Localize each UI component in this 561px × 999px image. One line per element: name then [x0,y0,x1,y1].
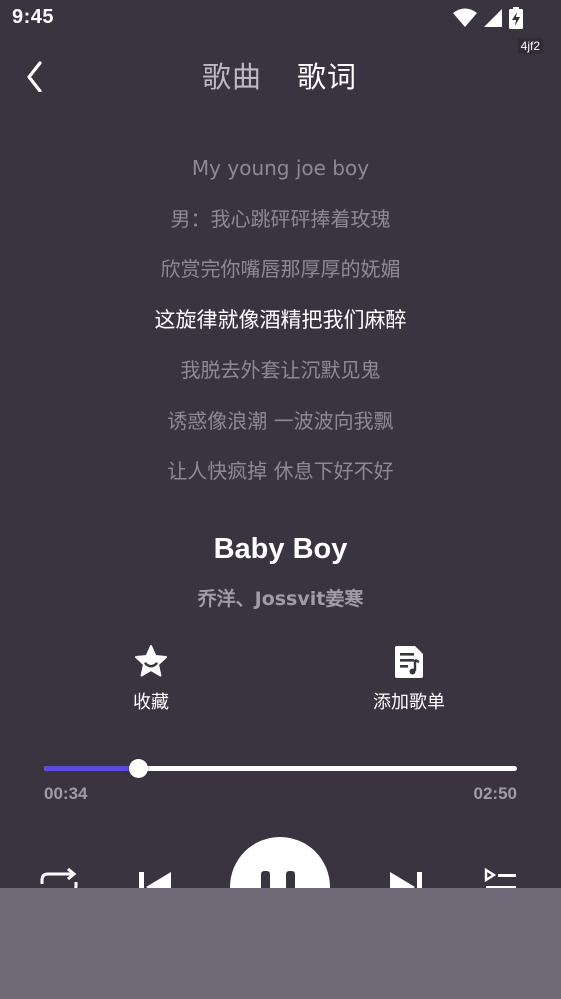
battery-charging-icon [509,7,523,29]
playback-controls [0,830,561,937]
lyric-line: 诱惑像浪潮 一波波向我飘 [167,408,394,433]
lyric-line: 我脱去外套让沉默见鬼 [180,358,381,382]
favorite-label: 收藏 [133,692,169,713]
header: 歌曲 歌词 [0,46,561,100]
lyric-line: 欣赏完你嘴唇那厚厚的妩媚 [160,257,401,281]
lyric-line-current: 这旋律就像酒精把我们麻醉 [154,307,407,332]
playlist-add-icon [395,646,423,678]
song-title: Baby Boy [213,533,348,565]
add-to-playlist-button[interactable]: 添加歌单 [349,644,469,714]
status-bar: 9:45 [0,0,561,38]
tab-lyrics[interactable]: 歌词 [297,54,357,96]
chevron-left-icon [27,61,42,93]
star-icon [135,645,167,677]
favorite-button[interactable]: 收藏 [91,644,211,714]
signal-icon [484,9,502,27]
status-icons [453,6,523,30]
total-time: 02:50 [473,784,517,803]
song-artist: 乔洋、Jossvit姜寒 [197,588,364,610]
progress-slider[interactable] [44,758,517,778]
wifi-icon [453,8,477,27]
add-to-playlist-label: 添加歌单 [373,692,445,713]
status-time: 9:45 [12,6,55,28]
current-time: 00:34 [44,784,88,803]
lyric-line: My young joe boy [191,156,370,180]
progress-fill [44,766,139,771]
tab-song[interactable]: 歌曲 [202,54,262,96]
progress-thumb[interactable] [129,759,149,778]
lyric-line: 男：我心跳砰砰捧着玫瑰 [170,206,391,231]
bottom-overlay [0,888,561,999]
back-button[interactable] [20,52,54,93]
lyrics-list[interactable]: My young joe boy 男：我心跳砰砰捧着玫瑰 欣赏完你嘴唇那厚厚的妩… [0,145,561,499]
lyric-line: 让人快疯掉 休息下好不好 [167,459,394,483]
